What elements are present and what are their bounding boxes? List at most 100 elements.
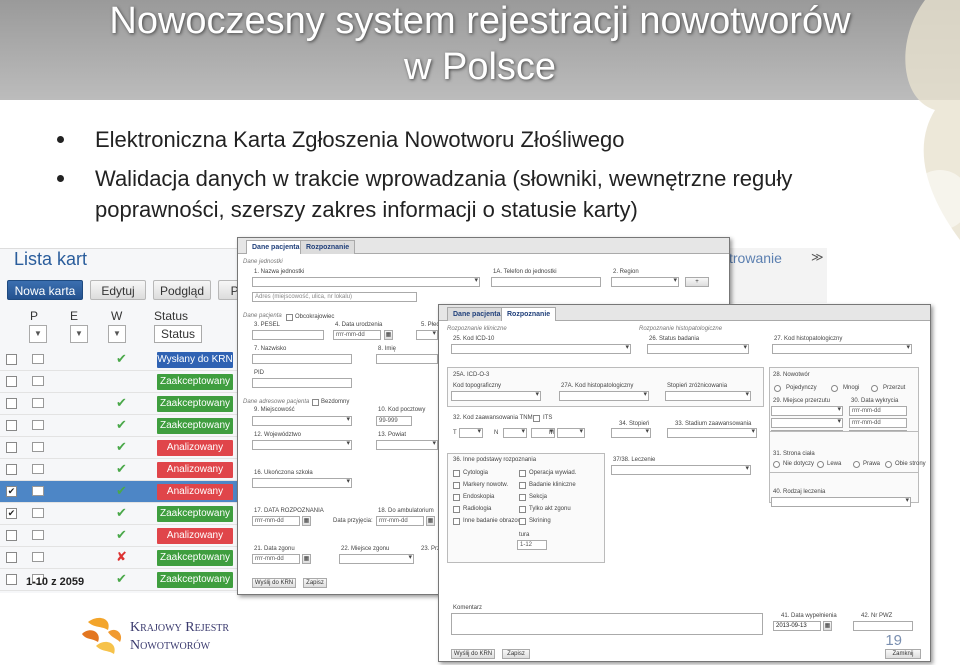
homeless-checkbox[interactable] <box>312 399 319 406</box>
n-select[interactable] <box>503 428 527 438</box>
calendar-icon[interactable]: ▦ <box>302 516 311 526</box>
tab-patient[interactable]: Dane pacjenta <box>447 307 507 321</box>
sex-select[interactable] <box>416 330 438 340</box>
row-checkbox[interactable] <box>6 420 17 431</box>
death-place-select[interactable] <box>339 554 414 564</box>
row-checkbox[interactable] <box>6 398 17 409</box>
table-row[interactable]: ✔ Analizowany <box>0 459 260 481</box>
death-date-input[interactable]: rrrr-mm-dd <box>252 554 300 564</box>
tab-diagnosis[interactable]: Rozpoznanie <box>501 307 557 321</box>
stage-select[interactable] <box>667 428 757 438</box>
unit-phone-input[interactable] <box>491 277 601 287</box>
status-filter-select[interactable]: Status <box>154 325 202 343</box>
unit-name-select[interactable] <box>252 277 480 287</box>
close-button[interactable]: Zamknij <box>885 649 921 659</box>
calendar-icon[interactable]: ▦ <box>426 516 435 526</box>
save-button[interactable]: Zapisz <box>502 649 530 659</box>
pwz-input[interactable] <box>853 621 913 631</box>
admission-date-input[interactable]: rrrr-mm-dd <box>376 516 424 526</box>
district-select[interactable] <box>376 440 438 450</box>
row-checkbox[interactable] <box>6 552 17 563</box>
basis-checkbox[interactable] <box>453 506 460 513</box>
add-button[interactable]: + <box>685 277 709 287</box>
send-to-krn-button[interactable]: Wyślij do KRN <box>451 649 495 659</box>
meta-site-select-1[interactable] <box>771 406 843 416</box>
histo-code-a-select[interactable] <box>559 391 649 401</box>
row-checkbox[interactable] <box>6 376 17 387</box>
calendar-icon[interactable]: ▦ <box>302 554 311 564</box>
row-checkbox[interactable]: ✔ <box>6 486 17 497</box>
exam-status-select[interactable] <box>647 344 749 354</box>
province-select[interactable] <box>252 440 352 450</box>
basis-checkbox[interactable] <box>453 482 460 489</box>
comment-input[interactable] <box>451 613 763 635</box>
calendar-icon[interactable]: ▦ <box>384 330 393 340</box>
basis-checkbox[interactable] <box>519 482 526 489</box>
icd10-select[interactable] <box>451 344 631 354</box>
body-side-radio[interactable] <box>817 461 824 468</box>
table-row[interactable]: ✔ ✔ Analizowany <box>0 481 260 503</box>
multi-radio[interactable] <box>831 385 838 392</box>
foreigner-checkbox[interactable] <box>286 314 293 321</box>
filter-w-select[interactable]: ▼ <box>108 325 126 343</box>
row-checkbox[interactable] <box>6 464 17 475</box>
basis-checkbox[interactable] <box>519 518 526 525</box>
first-name-input[interactable] <box>376 354 438 364</box>
treatment-type-select[interactable] <box>771 497 911 507</box>
m-select[interactable] <box>557 428 585 438</box>
its-checkbox[interactable] <box>533 415 540 422</box>
filter-p-select[interactable]: ▼ <box>29 325 47 343</box>
school-select[interactable] <box>252 478 352 488</box>
preview-button[interactable]: Podgląd <box>153 280 211 300</box>
basis-checkbox[interactable] <box>453 518 460 525</box>
calendar-icon[interactable]: ▦ <box>823 621 832 631</box>
body-side-radio[interactable] <box>885 461 892 468</box>
meta-radio[interactable] <box>871 385 878 392</box>
table-row[interactable]: ✔ Analizowany <box>0 525 260 547</box>
table-row[interactable]: ✔ Analizowany <box>0 437 260 459</box>
tab-patient[interactable]: Dane pacjenta <box>246 240 306 254</box>
tab-diagnosis[interactable]: Rozpoznanie <box>300 240 356 254</box>
basis-checkbox[interactable] <box>519 494 526 501</box>
city-select[interactable] <box>252 416 352 426</box>
collapse-icon[interactable]: ≫ <box>811 250 824 264</box>
pid-input[interactable] <box>252 378 352 388</box>
degree-select[interactable] <box>611 428 651 438</box>
row-checkbox[interactable]: ✔ <box>6 508 17 519</box>
basis-checkbox[interactable] <box>453 470 460 477</box>
send-to-krn-button[interactable]: Wyślij do KRN <box>252 578 296 588</box>
single-radio[interactable] <box>774 385 781 392</box>
t-select[interactable] <box>459 428 483 438</box>
birth-date-input[interactable]: rrrr-mm-dd <box>333 330 381 340</box>
detect-date-2[interactable]: rrrr-mm-dd <box>849 418 907 428</box>
new-card-button[interactable]: Nowa karta <box>7 280 83 300</box>
region-select[interactable] <box>611 277 679 287</box>
detect-date-1[interactable]: rrrr-mm-dd <box>849 406 907 416</box>
grade-select[interactable] <box>665 391 751 401</box>
basis-checkbox[interactable] <box>453 494 460 501</box>
address-input[interactable]: Adres (miejscowość, ulica, nr lokalu) <box>252 292 417 302</box>
table-row[interactable]: ✔ ✔ Zaakceptowany <box>0 503 260 525</box>
basis-checkbox[interactable] <box>519 470 526 477</box>
treatment-select[interactable] <box>611 465 751 475</box>
table-row[interactable]: ✔ Zaakceptowany <box>0 393 260 415</box>
table-row[interactable]: ✔ Zaakceptowany <box>0 415 260 437</box>
table-row[interactable]: ✘ Zaakceptowany <box>0 547 260 569</box>
row-checkbox[interactable] <box>6 574 17 585</box>
surname-input[interactable] <box>252 354 352 364</box>
row-checkbox[interactable] <box>6 354 17 365</box>
table-row[interactable]: Zaakceptowany <box>0 371 260 393</box>
body-side-radio[interactable] <box>773 461 780 468</box>
postal-input[interactable]: 99-999 <box>376 416 412 426</box>
diagnosis-date-input[interactable]: rrrr-mm-dd <box>252 516 300 526</box>
edit-button[interactable]: Edytuj <box>90 280 146 300</box>
topo-select[interactable] <box>451 391 541 401</box>
row-checkbox[interactable] <box>6 442 17 453</box>
filter-e-select[interactable]: ▼ <box>70 325 88 343</box>
tura-input[interactable]: 1-12 <box>517 540 547 550</box>
meta-site-select-2[interactable] <box>771 418 843 428</box>
table-row[interactable]: ✔ Wysłany do KRN <box>0 349 260 371</box>
save-button[interactable]: Zapisz <box>303 578 327 588</box>
fill-date-input[interactable]: 2013-09-13 <box>773 621 821 631</box>
histo-code-select[interactable] <box>772 344 912 354</box>
